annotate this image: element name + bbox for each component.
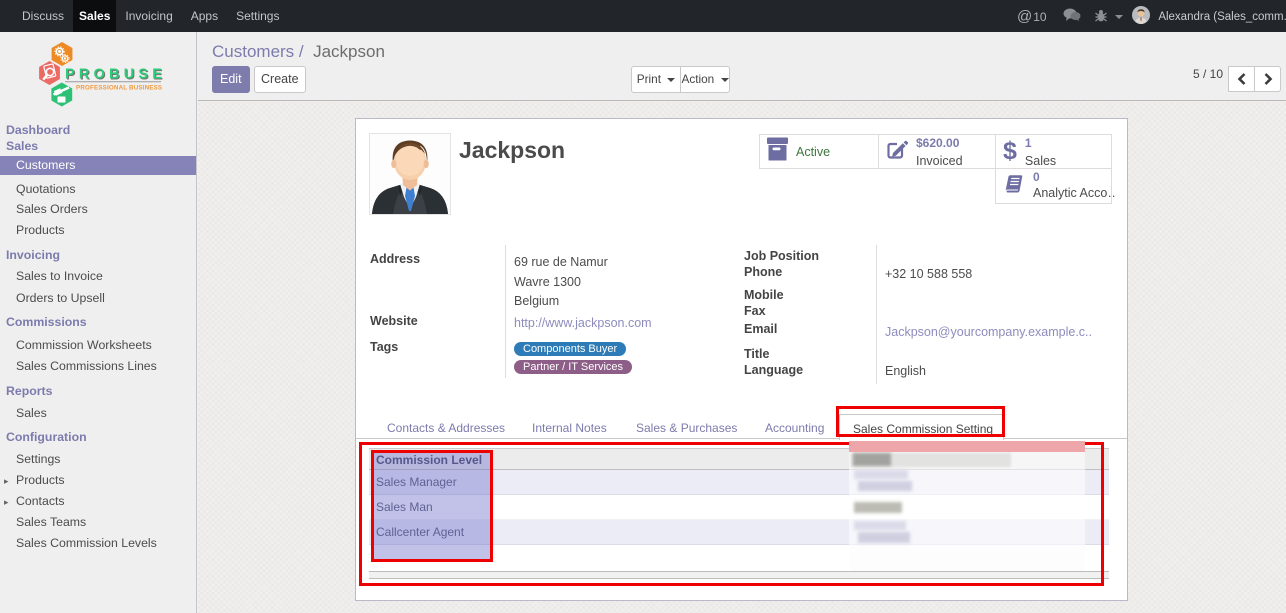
- svg-text:PROBUSE: PROBUSE: [65, 67, 166, 83]
- svg-text:PROFESSIONAL BUSINESS: PROFESSIONAL BUSINESS: [76, 85, 162, 92]
